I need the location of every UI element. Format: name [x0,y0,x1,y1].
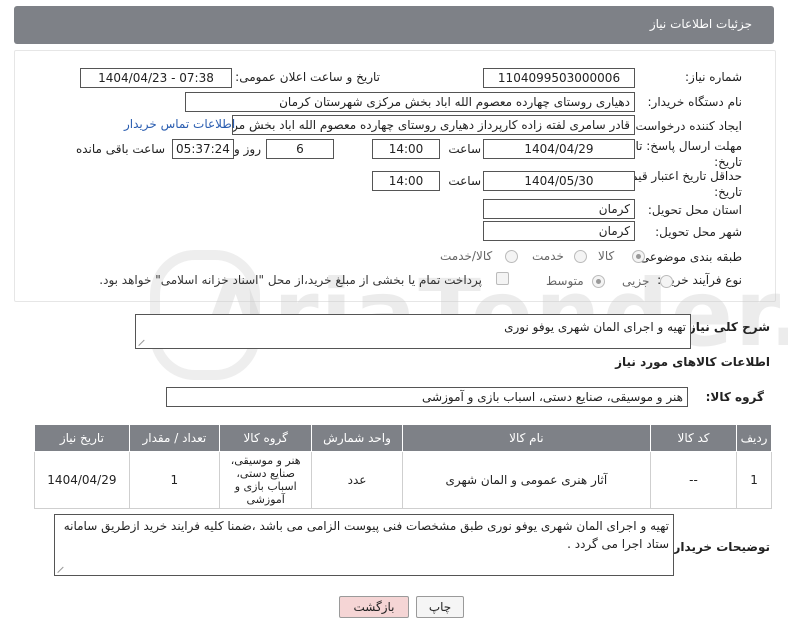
cell-unit: عدد [311,451,403,509]
resize-handle-icon[interactable] [139,338,147,346]
announce-datetime-field[interactable]: 1404/04/23 - 07:38 [80,68,232,88]
cell-row: 1 [736,451,772,509]
cell-group: هنر و موسیقی، صنایع دستی، اسباب بازی و آ… [218,451,313,509]
col-quantity: تعداد / مقدار [128,424,220,452]
deadline-time-field[interactable]: 14:00 [372,139,440,159]
page-title: جزئیات اطلاعات نیاز [649,17,752,31]
deadline-time-label: ساعت [448,142,481,156]
buyer-notes-field[interactable]: تهیه و اجرای المان شهری یوفو نوری طبق مش… [54,514,674,576]
print-button[interactable]: چاپ [416,596,464,618]
category-service-label: خدمت [532,249,564,263]
treasury-payment-checkbox[interactable] [496,272,509,285]
cell-goods-name: آثار هنری عمومی و المان شهری [401,451,651,509]
cell-need-date: 1404/04/29 [34,451,130,509]
days-label: روز و [234,142,261,156]
announce-label: تاریخ و ساعت اعلان عمومی: [235,70,380,84]
process-medium-radio[interactable] [592,275,605,288]
process-minor-radio[interactable] [660,275,673,288]
goods-table: تاریخ نیاز تعداد / مقدار گروه کالا واحد … [34,424,772,509]
category-goods-radio[interactable] [632,250,645,263]
col-group: گروه کالا [218,424,313,452]
city-label: شهر محل تحویل: [655,225,742,239]
buyer-notes-label: توضیحات خریدار: [668,540,770,554]
cell-goods-code: -- [649,451,738,509]
process-medium-label: متوسط [546,274,584,288]
col-unit: واحد شمارش [311,424,403,452]
buyer-org-field[interactable]: دهیاری روستای چهارده معصوم الله اباد بخش… [185,92,635,112]
province-field[interactable]: کرمان [483,199,635,219]
need-number-field[interactable]: 1104099503000006 [483,68,635,88]
category-goods-label: کالا [598,249,615,263]
goods-group-label: گروه کالا: [705,390,764,404]
category-service-radio[interactable] [574,250,587,263]
back-button[interactable]: بازگشت [339,596,409,618]
page-header: جزئیات اطلاعات نیاز [14,6,774,44]
buyer-org-label: نام دستگاه خریدار: [647,95,743,109]
col-row: ردیف [736,424,772,452]
need-summary-field[interactable]: تهیه و اجرای المان شهری یوفو نوری [135,314,691,349]
creator-label: ایجاد کننده درخواست: [631,119,742,133]
goods-section-title: اطلاعات کالاهای مورد نیاز [615,355,770,369]
creator-field[interactable]: قادر سامری لفته زاده کارپرداز دهیاری روس… [232,115,635,135]
process-minor-label: جزیی [622,274,650,288]
goods-table-header: تاریخ نیاز تعداد / مقدار گروه کالا واحد … [34,424,772,452]
category-both-radio[interactable] [505,250,518,263]
deadline-label: مهلت ارسال پاسخ: تا تاریخ: [635,139,742,169]
city-field[interactable]: کرمان [483,221,635,241]
remaining-days-field[interactable]: 6 [266,139,334,159]
remaining-time-label: ساعت باقی مانده [75,142,165,156]
cell-quantity: 1 [128,451,220,509]
resize-handle-icon[interactable] [58,565,66,573]
need-summary-label: شرح کلی نیاز: [684,320,770,334]
need-summary-text: تهیه و اجرای المان شهری یوفو نوری [504,320,686,334]
price-validity-time-label: ساعت [448,174,481,188]
price-validity-time-field[interactable]: 14:00 [372,171,440,191]
price-validity-date-field[interactable]: 1404/05/30 [483,171,635,191]
need-number-label: شماره نیاز: [685,70,742,84]
buyer-contact-link[interactable]: اطلاعات تماس خریدار [124,117,235,131]
col-goods-name: نام کالا [401,424,651,452]
col-need-date: تاریخ نیاز [34,424,130,452]
category-both-label: کالا/خدمت [440,249,493,263]
goods-group-field[interactable]: هنر و موسیقی، صنایع دستی، اسباب بازی و آ… [166,387,688,407]
deadline-date-field[interactable]: 1404/04/29 [483,139,635,159]
table-row[interactable]: 1404/04/29 1 هنر و موسیقی، صنایع دستی، ا… [34,451,772,509]
category-label: طبقه بندی موضوعی: [635,250,742,264]
remaining-time-field[interactable]: 05:37:24 [172,139,234,159]
col-goods-code: کد کالا [649,424,738,452]
province-label: استان محل تحویل: [647,203,742,217]
buyer-notes-text: تهیه و اجرای المان شهری یوفو نوری طبق مش… [63,519,669,551]
treasury-payment-note: پرداخت تمام یا بخشی از مبلغ خرید،از محل … [99,273,482,287]
